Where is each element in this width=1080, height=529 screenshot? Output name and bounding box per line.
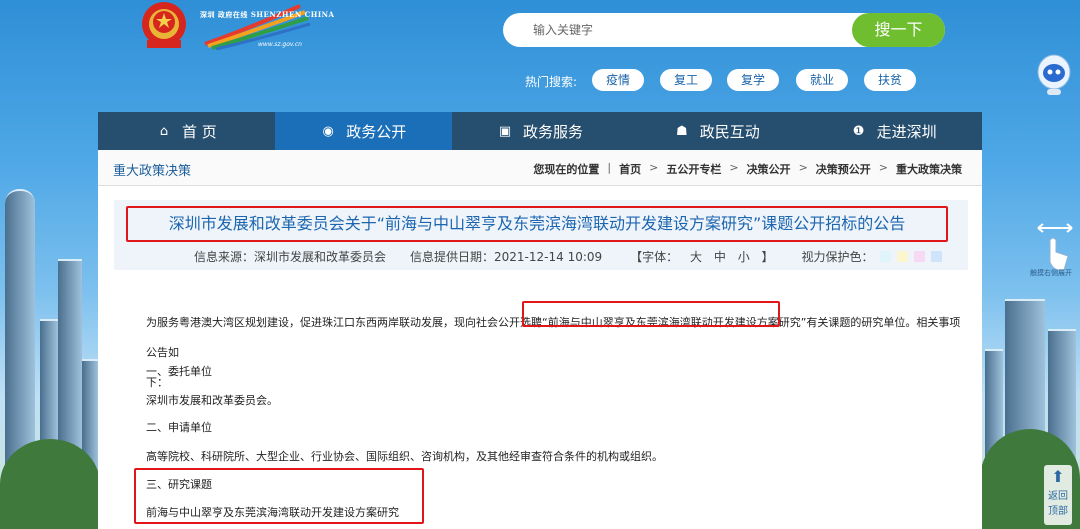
breadcrumb-home[interactable]: 首页 — [619, 161, 641, 177]
national-emblem-icon — [142, 2, 186, 48]
article-source: 信息来源：深圳市发展和改革委员会 — [194, 250, 387, 264]
search-box: 搜一下 — [503, 13, 945, 47]
info-icon: ❶ — [852, 123, 865, 139]
nav-government-services[interactable]: ▣ 政务服务 — [452, 112, 629, 150]
vision-color-pink[interactable] — [913, 251, 925, 262]
nav-government-affairs-label: 政务公开 — [346, 122, 407, 141]
breadcrumb-separator: > — [649, 161, 659, 174]
nav-about-shenzhen[interactable]: ❶ 走进深圳 — [805, 112, 982, 150]
hot-tag-epidemic[interactable]: 疫情 — [592, 69, 645, 91]
font-size-close: 】 — [761, 250, 774, 264]
city-skyline-left — [0, 169, 100, 529]
hot-tag-resume-work[interactable]: 复工 — [660, 69, 713, 91]
font-size-medium[interactable]: 中 — [714, 250, 726, 264]
breadcrumb-decision-public[interactable]: 决策公开 — [747, 161, 791, 177]
breadcrumb-separator: > — [729, 161, 739, 174]
section-1-body: 深圳市发展和改革委员会。 — [146, 394, 278, 407]
vision-protect-label: 视力保护色： — [801, 250, 874, 264]
vision-color-blue[interactable] — [930, 251, 942, 262]
font-size-control: 【字体： 大 中 小 】 — [626, 248, 777, 265]
nav-about-shenzhen-label: 走进深圳 — [876, 122, 937, 141]
breadcrumb: 您现在的位置 | 首页 > 五公开专栏 > 决策公开 > 决策预公开 > 重大政… — [525, 161, 962, 177]
breadcrumb-decision-prepublic[interactable]: 决策预公开 — [816, 161, 871, 177]
section-1-title: 一、委托单位 — [146, 365, 212, 378]
breadcrumb-label: 您现在的位置 — [533, 163, 600, 176]
hot-search-label: 热门搜索: — [525, 75, 578, 89]
highlight-box-topic — [134, 468, 424, 524]
search-button[interactable]: 搜一下 — [852, 13, 945, 47]
breadcrumb-separator: | — [607, 161, 612, 174]
search-input[interactable] — [533, 13, 833, 47]
nav-government-affairs[interactable]: ◉ 政务公开 — [274, 112, 452, 150]
font-size-label: 【字体： — [630, 250, 679, 264]
article-date: 信息提供日期：2021-12-14 10:09 — [410, 250, 603, 264]
arrow-up-icon: ⬆ — [1051, 467, 1065, 486]
breadcrumb-separator: > — [878, 161, 888, 174]
back-to-top-label: 返回顶部 — [1048, 491, 1068, 517]
nav-home-label: 首 页 — [182, 122, 217, 141]
main-panel: ⌂ 首 页 ◉ 政务公开 ▣ 政务服务 ☗ 政民互动 ❶ 走进深圳 重大政策决策… — [98, 112, 982, 529]
hot-tag-resume-school[interactable]: 复学 — [727, 69, 780, 91]
nav-public-interaction[interactable]: ☗ 政民互动 — [628, 112, 805, 150]
vision-color-yellow[interactable] — [896, 251, 908, 262]
intro-text-before: 为服务粤港澳大湾区规划建设，促进珠江口东西两岸联动发展，现向社会公开选聘 — [146, 316, 542, 329]
back-to-top-button[interactable]: ⬆ 返回顶部 — [1044, 465, 1072, 525]
breadcrumb-separator: > — [798, 161, 808, 174]
section-title: 重大政策决策 — [113, 164, 192, 179]
touch-expand-hint: 触摸右侧展开 — [1030, 269, 1072, 277]
article-title: 深圳市发展和改革委员会关于“前海与中山翠亨及东莞滨海湾联动开发建设方案研究”课题… — [126, 206, 948, 242]
robot-assistant-icon[interactable] — [1035, 52, 1073, 96]
section-2-body: 高等院校、科研院所、大型企业、行业协会、国际组织、咨询机构，及其他经审查符合条件… — [146, 450, 663, 463]
nav-home[interactable]: ⌂ 首 页 — [98, 112, 275, 150]
people-icon: ☗ — [675, 123, 688, 139]
section-2-title: 二、申请单位 — [146, 421, 212, 434]
font-size-small[interactable]: 小 — [738, 250, 750, 264]
hot-tag-employment[interactable]: 就业 — [796, 69, 849, 91]
article-meta: 信息来源：深圳市发展和改革委员会 信息提供日期：2021-12-14 10:09… — [194, 248, 942, 265]
hot-tag-poverty-relief[interactable]: 扶贫 — [864, 69, 917, 91]
home-icon: ⌂ — [159, 123, 169, 139]
highlight-box-intro — [522, 301, 780, 327]
eye-icon: ◉ — [322, 123, 334, 139]
logo-site-url: www.sz.gov.cn — [258, 41, 302, 48]
section-bar: 重大政策决策 您现在的位置 | 首页 > 五公开专栏 > 决策公开 > 决策预公… — [98, 150, 982, 186]
main-nav: ⌂ 首 页 ◉ 政务公开 ▣ 政务服务 ☗ 政民互动 ❶ 走进深圳 — [98, 112, 982, 150]
nav-public-interaction-label: 政民互动 — [699, 122, 760, 141]
logo-text: 深圳 政府在线 SHENZHEN CHINA — [200, 10, 335, 19]
font-size-large[interactable]: 大 — [690, 250, 702, 264]
vision-color-cyan[interactable] — [879, 251, 891, 262]
breadcrumb-major-policy[interactable]: 重大政策决策 — [896, 161, 962, 177]
monitor-icon: ▣ — [498, 123, 512, 139]
breadcrumb-five-public[interactable]: 五公开专栏 — [666, 161, 721, 177]
nav-government-services-label: 政务服务 — [522, 122, 583, 141]
